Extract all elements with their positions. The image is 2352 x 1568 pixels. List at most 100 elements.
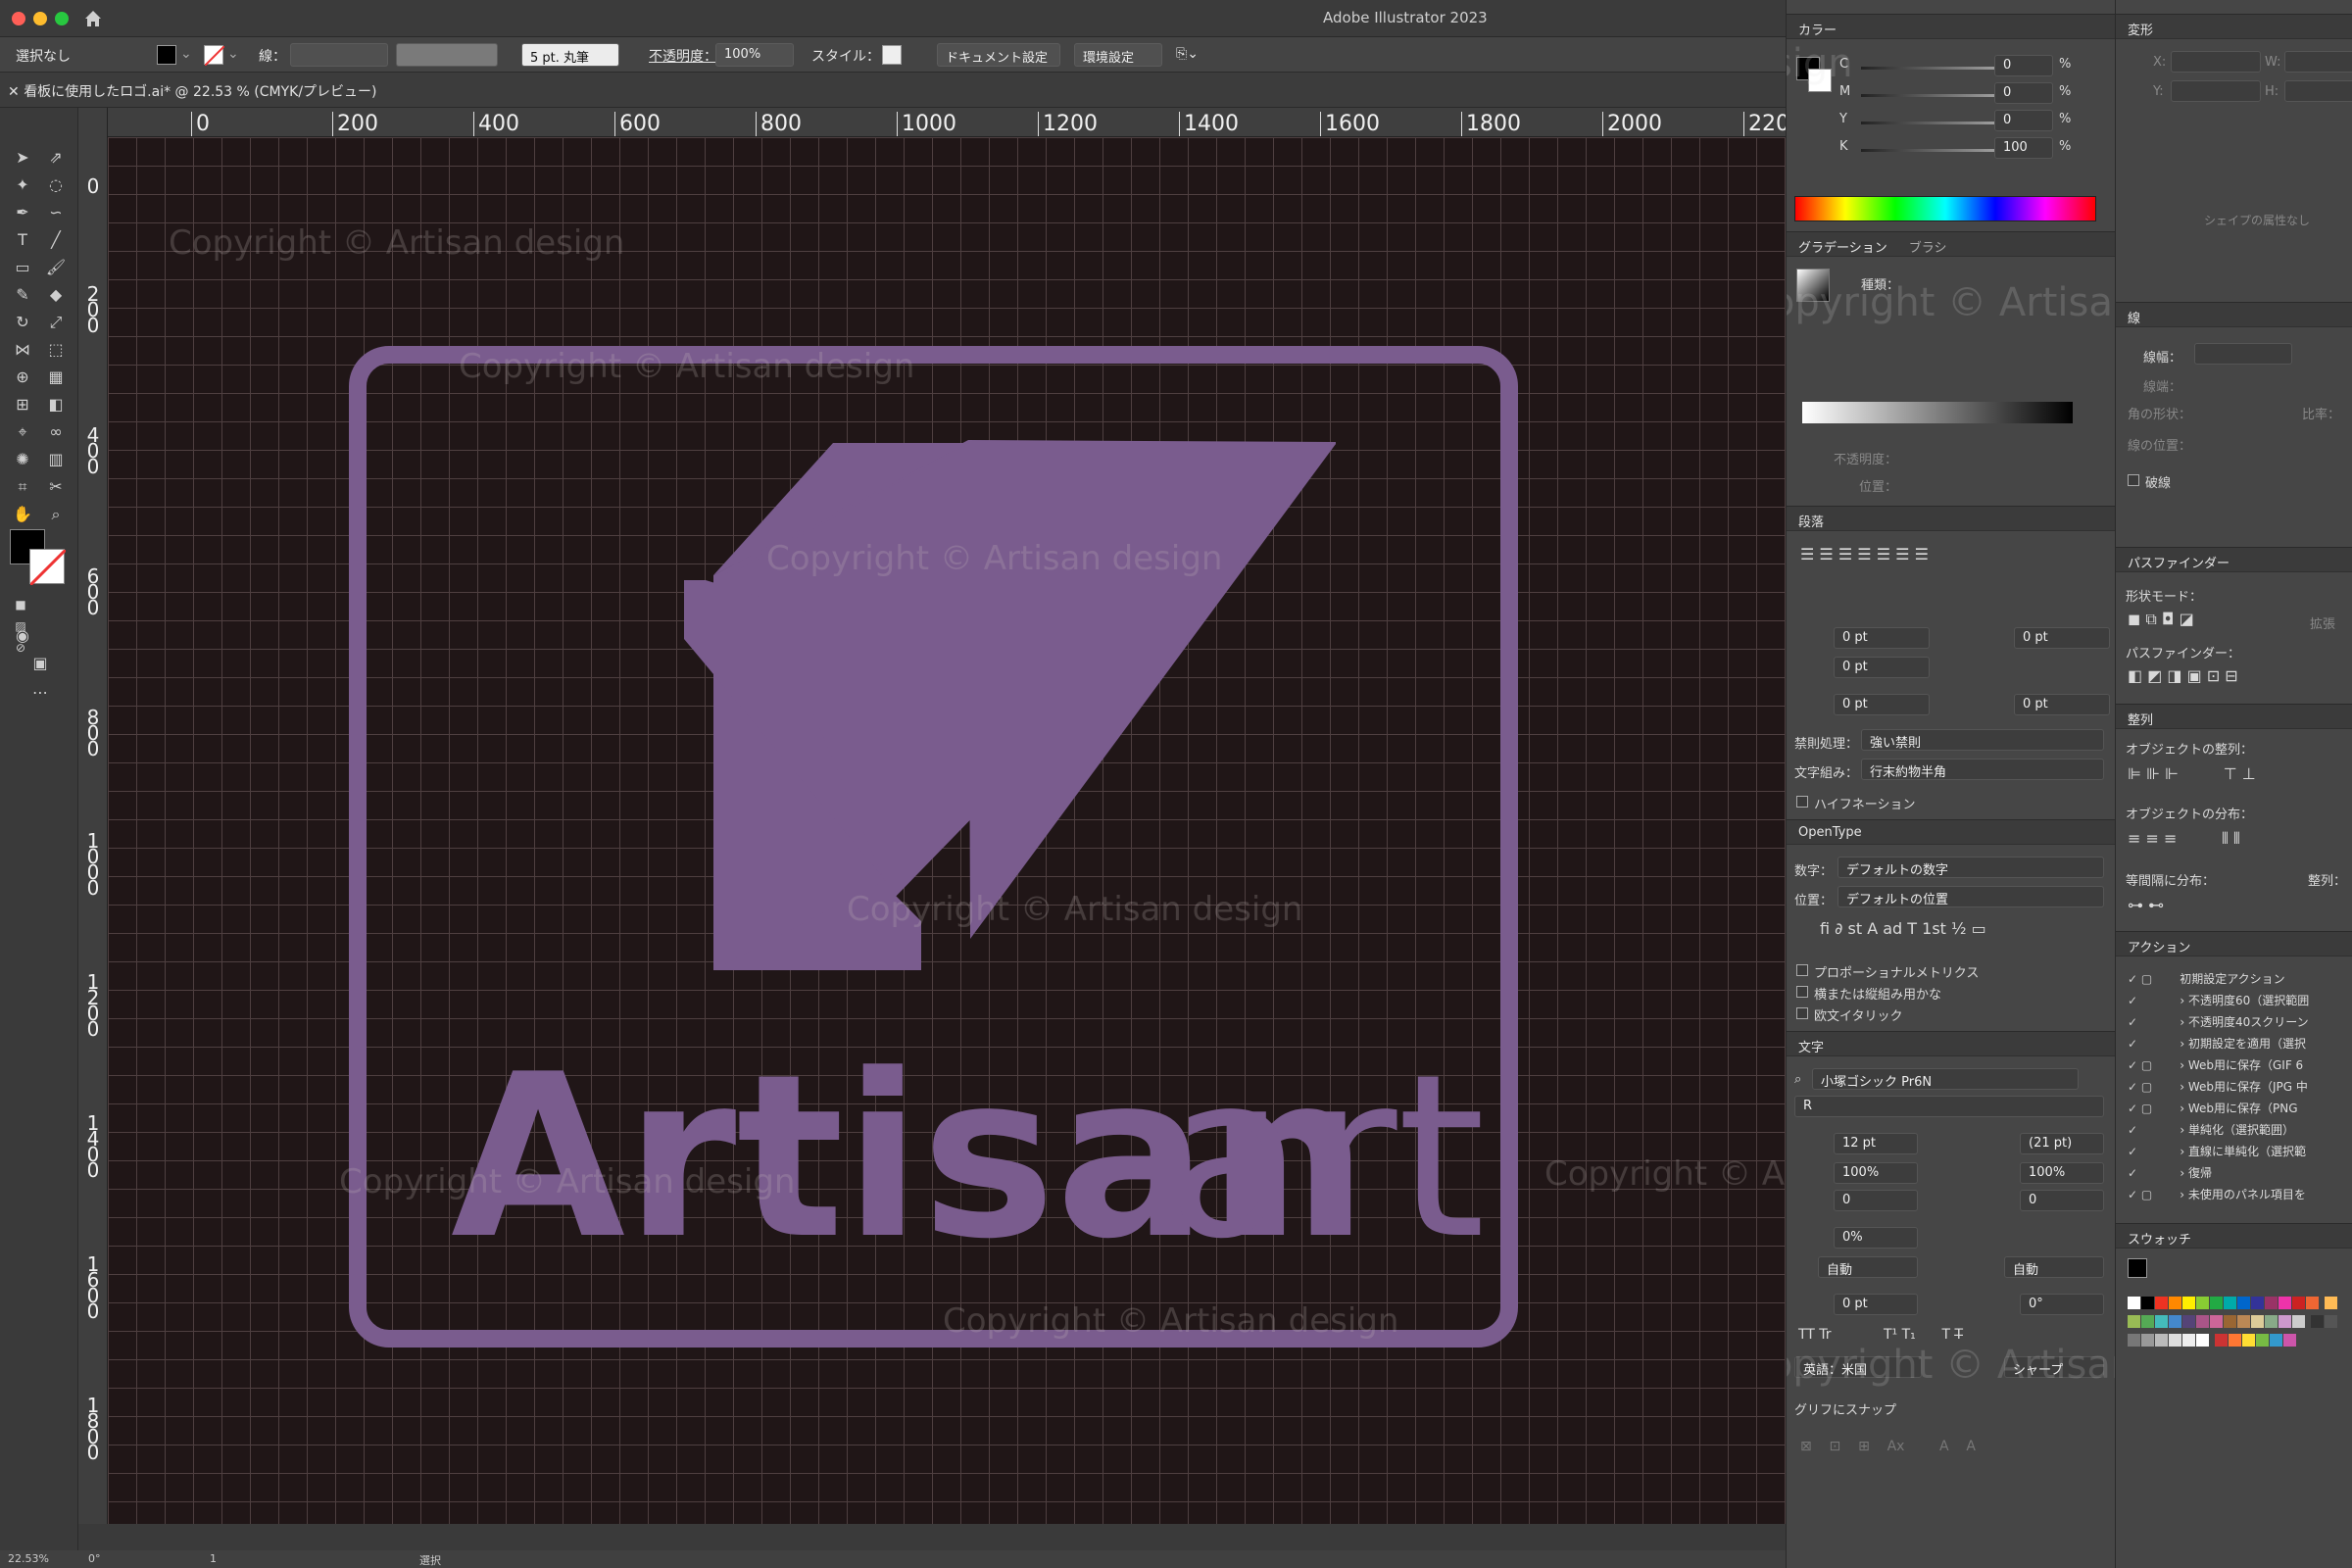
type-tool-icon[interactable]: T [12,229,33,251]
align-panel-header[interactable]: 整列 [2116,704,2352,729]
opentype-feature-buttons[interactable]: ﬁ ∂ st A ad T 1st ½ ▭ [1820,919,1986,938]
screen-mode-icon[interactable]: ▣ [29,653,51,674]
stroke-panel-header[interactable]: 線 [2116,302,2352,327]
brush-tab[interactable]: ブラシ [1909,241,1947,256]
hyphenation-checkbox[interactable] [1796,796,1808,808]
line-tool-icon[interactable]: ╱ [45,229,67,251]
opentype-panel-header[interactable]: OpenType [1787,819,2115,845]
shape-builder-tool-icon[interactable]: ⊕ [12,367,33,388]
distribute-spacing-buttons[interactable]: ⊶ ⊷ [2128,896,2164,914]
mesh-tool-icon[interactable]: ⊞ [12,394,33,416]
color-spectrum[interactable] [1794,196,2096,221]
align-object-buttons[interactable]: ⊫ ⊪ ⊩ ⊤ ⊥ [2128,764,2256,783]
character-rotation-field[interactable]: 0° [2020,1294,2104,1315]
action-item[interactable]: ✓ ▢ › 未使用のパネル項目を [2128,1186,2306,1205]
leading-field[interactable]: (21 pt) [2020,1133,2104,1154]
snap-to-glyph-buttons[interactable]: ⊠ ⊡ ⊞ Ax A A [1800,1439,1976,1454]
action-item[interactable]: ✓ ▢ › Web用に保存（JPG 中 [2128,1078,2308,1098]
action-item[interactable]: ✓ ▢ › Web用に保存（PNG [2128,1100,2298,1119]
brush-definition-select[interactable]: 5 pt. 丸筆 [521,43,619,67]
free-transform-tool-icon[interactable]: ⬚ [45,339,67,361]
swatch-grid[interactable] [2128,1296,2351,1351]
cmyk-value-k[interactable]: 100 [1994,137,2053,159]
mojikumi-select[interactable]: 行末約物半角 [1861,759,2104,780]
kana-checkbox[interactable] [1796,986,1808,998]
width-tool-icon[interactable]: ⋈ [12,339,33,361]
font-size-field[interactable]: 12 pt [1834,1133,1918,1154]
rotate-tool-icon[interactable]: ↻ [12,312,33,333]
figure-select[interactable]: デフォルトの数字 [1838,857,2104,878]
text-style-buttons[interactable]: TT Tr T¹ T₁ T T̶ [1798,1327,1963,1343]
swatch-fill-box[interactable] [2128,1258,2147,1278]
gradient-tool-icon[interactable]: ◧ [45,394,67,416]
document-settings-button[interactable]: ドキュメント設定 [937,43,1060,67]
action-item[interactable]: ✓ › 単純化（選択範囲） [2128,1121,2294,1141]
cmyk-value-m[interactable]: 0 [1994,82,2053,104]
roman-italic-checkbox[interactable] [1796,1007,1808,1019]
shape-mode-buttons[interactable]: ◼ ⧉ ◘ ◪ [2128,610,2194,629]
gradient-tab[interactable]: グラデーション [1798,241,1887,256]
perspective-grid-tool-icon[interactable]: ▦ [45,367,67,388]
graph-tool-icon[interactable]: ▥ [45,449,67,470]
logo-wordmark-light[interactable]: art [1166,1027,1486,1289]
slice-tool-icon[interactable]: ✂ [45,476,67,498]
drawing-mode-icon[interactable]: ◉ [12,625,33,647]
kerning-field[interactable]: 0 [1834,1190,1918,1211]
action-item[interactable]: ✓ › 直線に単純化（選択範 [2128,1143,2306,1162]
artboard-number[interactable]: 1 [210,1552,217,1565]
cmyk-slider-y[interactable] [1861,122,2008,124]
shaper-tool-icon[interactable]: ✎ [12,284,33,306]
font-family-select[interactable]: 小塚ゴシック Pr6N [1812,1068,2079,1090]
space-after-field[interactable]: 0 pt [2014,694,2110,715]
cmyk-value-c[interactable]: 0 [1994,55,2053,76]
close-tab-icon[interactable]: ✕ [8,84,24,100]
cmyk-slider-k[interactable] [1861,149,2008,152]
hand-tool-icon[interactable]: ✋ [12,504,33,525]
tsume-field[interactable]: 0% [1834,1227,1918,1249]
color-mode-icons[interactable]: ■ ▨ ⊘ [10,594,31,655]
direct-selection-tool-icon[interactable]: ⇗ [45,147,67,169]
h-field[interactable] [2284,80,2352,102]
symbol-sprayer-tool-icon[interactable]: ✺ [12,449,33,470]
color-panel-header[interactable]: カラー [1787,14,2115,39]
action-item[interactable]: ✓ › 不透明度40スクリーン [2128,1013,2309,1033]
dashed-line-checkbox[interactable] [2128,474,2139,486]
chevron-down-icon[interactable]: ⌄ [180,46,192,62]
gradient-slider[interactable] [1802,402,2073,423]
swatches-panel-header[interactable]: スウォッチ [2116,1223,2352,1249]
right-indent-field[interactable]: 0 pt [2014,627,2110,649]
proportional-metrics-checkbox[interactable] [1796,964,1808,976]
position-select[interactable]: デフォルトの位置 [1838,886,2104,907]
magic-wand-tool-icon[interactable]: ✦ [12,174,33,196]
rectangle-tool-icon[interactable]: ▭ [12,257,33,278]
stroke-width-input[interactable] [2194,343,2292,365]
horizontal-scale-field[interactable]: 100% [2020,1162,2104,1184]
font-style-select[interactable]: R [1794,1096,2104,1117]
distribute-object-buttons[interactable]: ≡ ≡ ≡ ⫴ ⫴ [2128,829,2240,849]
x-field[interactable] [2171,51,2261,73]
paintbrush-tool-icon[interactable]: 🖌 [45,257,67,278]
artboard-canvas[interactable]: Artisan art Copyright © Artisan design Co… [108,137,1786,1524]
left-indent-field[interactable]: 0 pt [1834,627,1930,649]
action-item[interactable]: ✓ › 初期設定を適用（選択 [2128,1035,2306,1054]
pen-tool-icon[interactable]: ✒ [12,202,33,223]
w-field[interactable] [2284,51,2352,73]
arrange-documents-icon[interactable]: ⎘⌄ [1176,46,1199,62]
align-text-buttons[interactable]: ☰ ☰ ☰ ☰ ☰ ☰ ☰ [1800,545,1929,564]
blend-tool-icon[interactable]: ∞ [45,421,67,443]
gradient-panel-header[interactable]: グラデーション ブラシ [1787,231,2115,257]
first-line-indent-field[interactable]: 0 pt [1834,657,1930,678]
opacity-label[interactable]: 不透明度： [649,46,717,66]
opacity-field[interactable]: 100% [715,43,794,67]
scale-tool-icon[interactable]: ⤢ [45,312,67,333]
zoom-tool-icon[interactable]: ⌕ [45,504,67,525]
stroke-width-field[interactable] [290,43,388,67]
selection-tool-icon[interactable]: ➤ [12,147,33,169]
artboard-tool-icon[interactable]: ⌗ [12,476,33,498]
action-item[interactable]: ✓ › 不透明度60（選択範囲 [2128,992,2309,1011]
more-tools-icon[interactable]: ⋯ [29,682,51,704]
curvature-tool-icon[interactable]: ∽ [45,202,67,223]
variable-width-profile[interactable] [396,43,498,67]
eraser-tool-icon[interactable]: ◆ [45,284,67,306]
cmyk-slider-m[interactable] [1861,94,2008,97]
